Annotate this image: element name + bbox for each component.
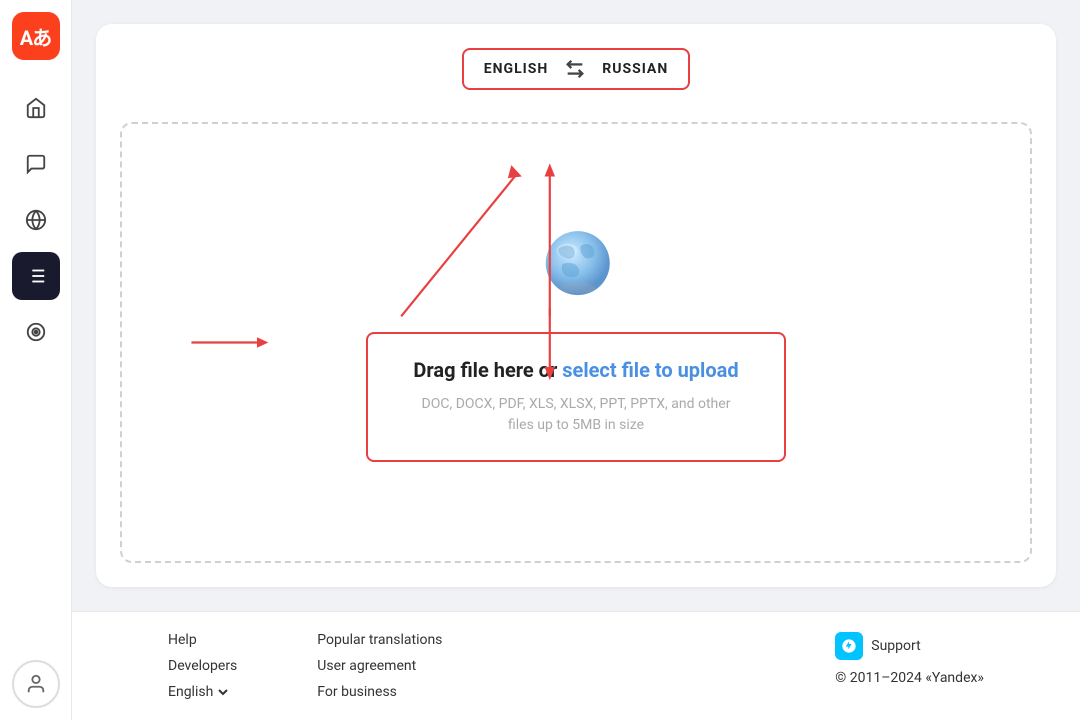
main-content: ENGLISH RUSSIAN [72,0,1080,611]
drop-sub-text: DOC, DOCX, PDF, XLS, XLSX, PPT, PPTX, an… [408,394,744,436]
drop-main-text: Drag file here or select file to upload [408,358,744,382]
footer-developers-link[interactable]: Developers [168,658,237,674]
footer-col-2: Popular translations User agreement For … [317,632,442,700]
sidebar: Aあ [0,0,72,720]
footer-user-agreement-link[interactable]: User agreement [317,658,442,674]
sidebar-item-globe[interactable] [12,196,60,244]
sidebar-item-text[interactable] [12,252,60,300]
copyright-text: © 2011–2024 «Yandex» [835,670,984,686]
source-language: ENGLISH [484,61,548,77]
swap-languages-icon[interactable] [564,58,586,80]
sidebar-item-camera[interactable] [12,308,60,356]
logo-text: Aあ [20,22,51,51]
language-selector[interactable]: ENGLISH RUSSIAN [462,48,690,90]
user-avatar[interactable] [12,660,60,708]
footer: Help Developers English Popular translat… [72,611,1080,720]
translation-card: ENGLISH RUSSIAN [96,24,1056,587]
drop-zone[interactable]: Drag file here or select file to upload … [120,122,1032,563]
language-bar: ENGLISH RUSSIAN [120,48,1032,90]
sidebar-item-home[interactable] [12,84,60,132]
target-language: RUSSIAN [602,61,668,77]
footer-col-right: Support © 2011–2024 «Yandex» [835,632,984,686]
support-label: Support [871,638,920,654]
footer-popular-translations-link[interactable]: Popular translations [317,632,442,648]
app-logo[interactable]: Aあ [12,12,60,60]
footer-lang-label: English [168,684,213,700]
globe-graphic [531,224,621,308]
footer-language-selector[interactable]: English [168,684,237,700]
footer-help-link[interactable]: Help [168,632,237,648]
footer-col-1: Help Developers English [168,632,237,700]
sidebar-item-chat[interactable] [12,140,60,188]
file-drop-box[interactable]: Drag file here or select file to upload … [366,332,786,462]
footer-business-link[interactable]: For business [317,684,442,700]
support-icon [835,632,863,660]
support-button[interactable]: Support [835,632,920,660]
select-file-link[interactable]: select file to upload [562,358,738,382]
